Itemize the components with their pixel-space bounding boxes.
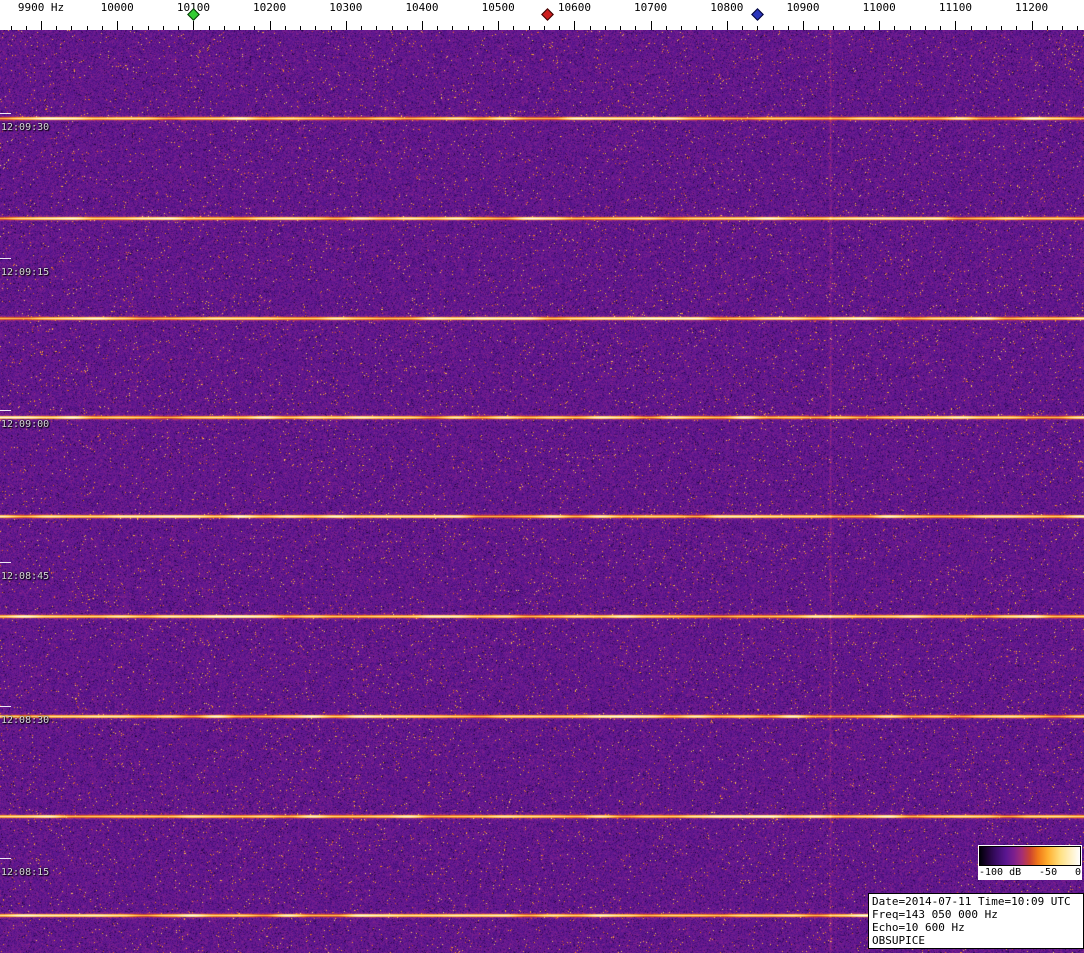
spectrogram-waterfall-app: 9900 Hz100001010010200103001040010500106… (0, 0, 1084, 953)
time-tick-mark (0, 410, 11, 411)
time-tick-label: 12:09:15 (1, 267, 50, 278)
freq-tick-label: 11100 (938, 1, 972, 14)
freq-major-tick (650, 21, 652, 30)
time-tick-label: 12:08:45 (1, 571, 50, 582)
info-echo-line: Echo=10 600 Hz (872, 921, 965, 934)
waterfall-canvas[interactable] (0, 30, 1084, 953)
info-box: Date=2014-07-11 Time=10:09 UTC Freq=143 … (868, 893, 1084, 949)
freq-tick-label: 10500 (481, 1, 515, 14)
spectrogram-area: 12:09:30 12:09:15 12:09:00 12:08:45 12:08:30… (0, 30, 1084, 953)
time-tick-label: 12:08:15 (1, 867, 50, 878)
time-tick-mark (0, 562, 11, 563)
colorbar-min-label: -100 dB (979, 867, 1022, 878)
freq-major-tick (193, 21, 195, 30)
time-tick-mark (0, 258, 11, 259)
freq-tick-label: 10900 (786, 1, 820, 14)
frequency-ruler: 9900 Hz100001010010200103001040010500106… (0, 0, 1084, 30)
freq-tick-label: 10600 (557, 1, 591, 14)
time-tick-label: 12:09:00 (1, 419, 50, 430)
freq-tick-label: 11200 (1015, 1, 1049, 14)
blue-marker-diamond-icon[interactable] (750, 8, 764, 21)
freq-major-tick (345, 21, 347, 30)
freq-major-tick (803, 21, 804, 30)
colorbar-max-label: 0 (1074, 867, 1081, 878)
freq-major-tick (1031, 21, 1033, 30)
freq-major-tick (41, 21, 42, 30)
time-tick-label: 12:08:30 (1, 715, 50, 726)
freq-tick-label: 10800 (710, 1, 744, 14)
colorbar-labels: -100 dB -50 0 (979, 866, 1081, 879)
colorbar-legend: -100 dB -50 0 (978, 845, 1082, 880)
freq-major-tick (422, 21, 423, 30)
freq-major-tick (269, 21, 271, 30)
freq-major-tick (726, 21, 728, 30)
time-tick-mark (0, 113, 11, 114)
time-tick-mark (0, 706, 11, 707)
info-freq-line: Freq=143 050 000 Hz (872, 908, 998, 921)
freq-major-tick (574, 21, 576, 30)
info-station-line: OBSUPICE (872, 934, 925, 947)
freq-tick-label: 10400 (405, 1, 439, 14)
colorbar-gradient (979, 846, 1081, 866)
time-tick-label: 12:09:30 (1, 122, 50, 133)
freq-major-tick (117, 21, 119, 30)
freq-major-tick (498, 21, 500, 30)
freq-tick-label: 10000 (100, 1, 134, 14)
freq-major-tick (879, 21, 881, 30)
freq-major-tick (955, 21, 957, 30)
freq-tick-label: 9900 Hz (17, 1, 65, 14)
red-marker-diamond-icon[interactable] (541, 8, 555, 21)
freq-tick-label: 10200 (253, 1, 287, 14)
info-date-line: Date=2014-07-11 Time=10:09 UTC (872, 895, 1071, 908)
time-tick-mark (0, 858, 11, 859)
colorbar-mid-label: -50 (1039, 867, 1058, 878)
freq-tick-label: 10700 (634, 1, 668, 14)
freq-tick-label: 10300 (329, 1, 363, 14)
freq-tick-label: 11000 (862, 1, 896, 14)
